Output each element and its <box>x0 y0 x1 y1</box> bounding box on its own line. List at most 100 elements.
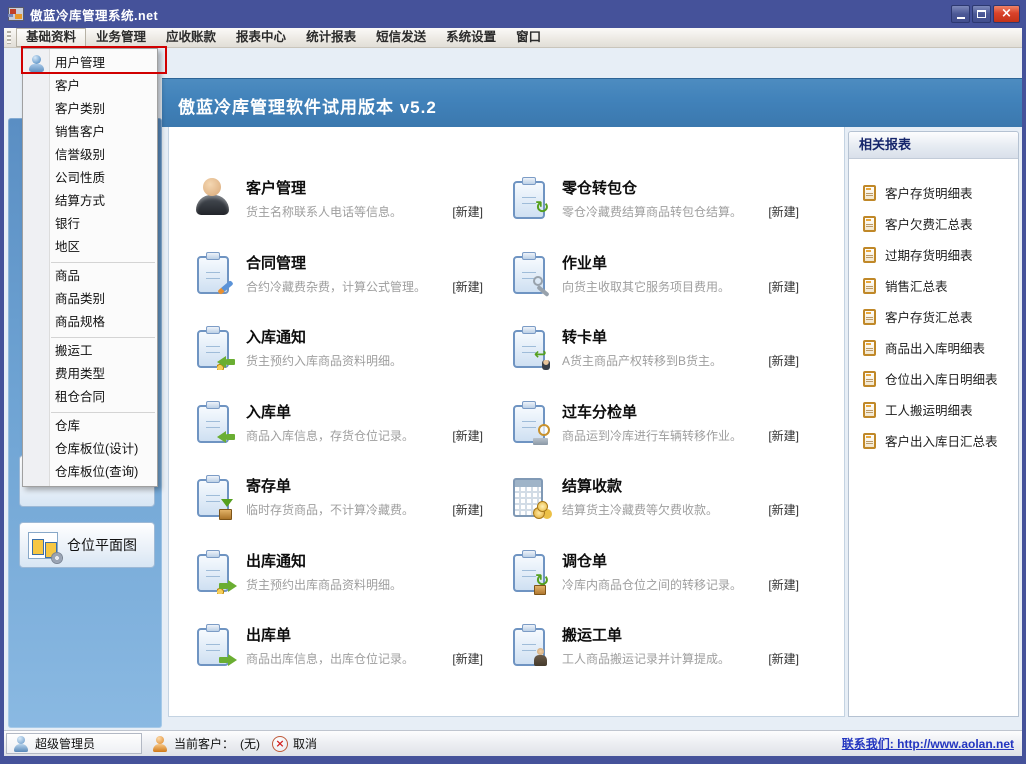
feature-text: 零仓转包仓 零仓冷藏费结算商品转包仓结算。 [新建] <box>562 177 799 220</box>
dropdown-menu-item[interactable]: 地区 <box>23 236 157 259</box>
report-link[interactable]: 客户欠费汇总表 <box>863 208 1018 239</box>
report-link[interactable]: 销售汇总表 <box>863 270 1018 301</box>
menu-item-label: 客户类别 <box>55 102 105 116</box>
report-link[interactable]: 工人搬运明细表 <box>863 394 1018 425</box>
dropdown-menu-item[interactable]: 客户 <box>23 75 157 98</box>
menubar-item[interactable]: 系统设置 <box>436 28 506 47</box>
feature-title-link[interactable]: 寄存单 <box>246 475 483 496</box>
feature-desc-row: 合约冷藏费杂费，计算公式管理。 [新建] <box>246 278 483 295</box>
dropdown-menu-item[interactable]: 仓库 <box>23 415 157 438</box>
menu-item-label: 结算方式 <box>55 194 105 208</box>
menu-item-icon <box>28 101 45 118</box>
maximize-button[interactable] <box>972 5 991 23</box>
dropdown-menu-item[interactable]: 费用类型 <box>23 363 157 386</box>
feature-text: 客户管理 货主名称联系人电话等信息。 [新建] <box>246 177 483 220</box>
dropdown-menu-item[interactable]: 银行 <box>23 213 157 236</box>
feature-new-link[interactable]: [新建] <box>768 278 799 295</box>
feature-new-link[interactable]: [新建] <box>452 427 483 444</box>
feature-icon-overlay <box>217 427 237 445</box>
dropdown-menu-item[interactable]: 销售客户 <box>23 121 157 144</box>
feature-desc-row: 冷库内商品仓位之间的转移记录。 [新建] <box>562 576 799 593</box>
feature-new-link[interactable]: [新建] <box>768 501 799 518</box>
feature-new-link[interactable]: [新建] <box>768 576 799 593</box>
basic-data-dropdown-menu: 用户管理 客户 客户类别 销售客户 <box>22 48 158 487</box>
dropdown-menu-item[interactable]: 仓库板位(查询) <box>23 461 157 484</box>
feature-grid: 客户管理 货主名称联系人电话等信息。 [新建] 零仓转包仓 <box>169 127 844 699</box>
menu-item-label: 信誉级别 <box>55 148 105 162</box>
feature-title-link[interactable]: 出库单 <box>246 624 483 645</box>
feature-title-link[interactable]: 入库单 <box>246 401 483 422</box>
report-link[interactable]: 客户存货明细表 <box>863 177 1018 208</box>
feature-title-link[interactable]: 作业单 <box>562 252 799 273</box>
warehouse-plan-button[interactable]: 仓位平面图 <box>19 522 155 568</box>
feature-item: 调仓单 冷库内商品仓位之间的转移记录。 [新建] <box>509 550 844 625</box>
menubar-item[interactable]: 业务管理 <box>86 28 156 47</box>
dropdown-menu-item[interactable]: 用户管理 <box>23 52 157 75</box>
title-bar: 傲蓝冷库管理系统.net × <box>0 0 1026 28</box>
feature-title-link[interactable]: 结算收款 <box>562 475 799 496</box>
feature-desc-row: 结算货主冷藏费等欠费收款。 [新建] <box>562 501 799 518</box>
feature-title-link[interactable]: 零仓转包仓 <box>562 177 799 198</box>
menubar-item[interactable]: 基础资料 <box>16 28 86 47</box>
menu-item-icon <box>28 418 45 435</box>
report-link[interactable]: 客户存货汇总表 <box>863 301 1018 332</box>
feature-new-link[interactable]: [新建] <box>452 650 483 667</box>
menu-item-label: 商品类别 <box>55 292 105 306</box>
feature-icon <box>509 550 551 592</box>
feature-title-link[interactable]: 合同管理 <box>246 252 483 273</box>
client-area: 基础资料 业务管理 应收账款 报表中心 统计报表 短信发送 系统设置 窗口 <box>4 28 1022 756</box>
cancel-customer-link[interactable]: 取消 <box>293 735 317 752</box>
dropdown-menu-item[interactable]: 租仓合同 <box>23 386 157 409</box>
dropdown-menu-item[interactable]: 信誉级别 <box>23 144 157 167</box>
feature-title-link[interactable]: 过车分检单 <box>562 401 799 422</box>
feature-text: 入库单 商品入库信息，存货仓位记录。 [新建] <box>246 401 483 444</box>
feature-title-link[interactable]: 搬运工单 <box>562 624 799 645</box>
feature-new-link[interactable]: [新建] <box>768 427 799 444</box>
contact-link[interactable]: 联系我们: http://www.aolan.net <box>842 735 1014 752</box>
feature-icon <box>193 326 235 368</box>
dropdown-menu-item[interactable]: 商品类别 <box>23 288 157 311</box>
report-link[interactable]: 仓位出入库日明细表 <box>863 363 1018 394</box>
feature-new-link[interactable]: [新建] <box>768 650 799 667</box>
feature-item: 作业单 向货主收取其它服务项目费用。 [新建] <box>509 252 844 327</box>
feature-icon-overlay <box>533 501 553 519</box>
menu-item-icon <box>28 464 45 481</box>
feature-new-link[interactable]: [新建] <box>452 501 483 518</box>
close-button[interactable]: × <box>993 5 1020 23</box>
feature-title-link[interactable]: 转卡单 <box>562 326 799 347</box>
feature-icon-overlay <box>533 576 553 594</box>
feature-desc-row: 商品运到冷库进行车辆转移作业。 [新建] <box>562 427 799 444</box>
report-icon <box>863 247 876 263</box>
dropdown-menu-item[interactable]: 商品 <box>23 265 157 288</box>
menu-item-icon <box>28 366 45 383</box>
menubar-item[interactable]: 短信发送 <box>366 28 436 47</box>
feature-description: 合约冷藏费杂费，计算公式管理。 <box>246 278 426 295</box>
feature-title-link[interactable]: 出库通知 <box>246 550 483 571</box>
feature-new-link[interactable]: [新建] <box>768 203 799 220</box>
feature-description: 商品运到冷库进行车辆转移作业。 <box>562 427 742 444</box>
feature-title-link[interactable]: 入库通知 <box>246 326 483 347</box>
report-link[interactable]: 客户出入库日汇总表 <box>863 425 1018 456</box>
menu-item-label: 客户 <box>55 79 80 93</box>
dropdown-menu-item[interactable]: 搬运工 <box>23 340 157 363</box>
dropdown-menu-item[interactable]: 仓库板位(设计) <box>23 438 157 461</box>
dropdown-menu-item[interactable]: 客户类别 <box>23 98 157 121</box>
feature-new-link[interactable]: [新建] <box>452 203 483 220</box>
report-link[interactable]: 商品出入库明细表 <box>863 332 1018 363</box>
cancel-icon[interactable]: × <box>272 736 288 752</box>
menu-item-icon <box>28 441 45 458</box>
feature-title-link[interactable]: 客户管理 <box>246 177 483 198</box>
dropdown-menu-item[interactable]: 公司性质 <box>23 167 157 190</box>
feature-new-link[interactable]: [新建] <box>768 352 799 369</box>
menubar-item[interactable]: 窗口 <box>506 28 551 47</box>
dropdown-menu-item[interactable]: 结算方式 <box>23 190 157 213</box>
menubar-item[interactable]: 统计报表 <box>296 28 366 47</box>
report-link[interactable]: 过期存货明细表 <box>863 239 1018 270</box>
feature-new-link[interactable]: [新建] <box>452 278 483 295</box>
feature-icon-overlay <box>533 650 553 668</box>
dropdown-menu-item[interactable]: 商品规格 <box>23 311 157 334</box>
menubar-item[interactable]: 应收账款 <box>156 28 226 47</box>
menubar-item[interactable]: 报表中心 <box>226 28 296 47</box>
feature-title-link[interactable]: 调仓单 <box>562 550 799 571</box>
minimize-button[interactable] <box>951 5 970 23</box>
